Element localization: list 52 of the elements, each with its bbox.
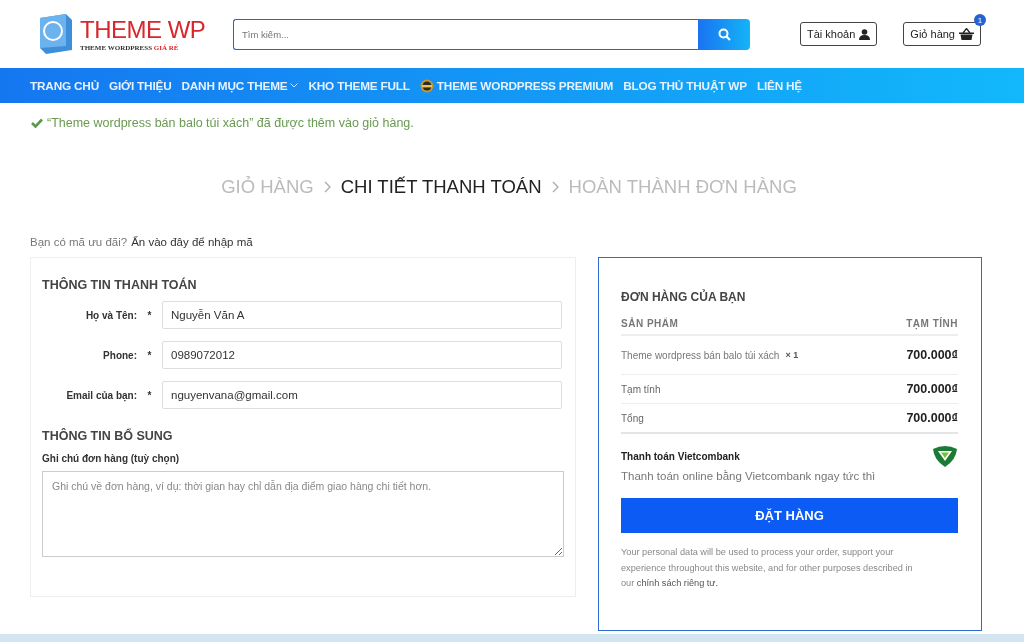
product-name: Theme wordpress bán balo túi xách [621,349,780,361]
nav-link[interactable]: THEME WORDPRESS PREMIUM [419,78,614,93]
notes-field[interactable]: Ghi chú về đơn hàng, ví dụ: thời gian hay chỉ dẫn địa điểm giao hàng chi tiết hơn. [42,471,564,557]
privacy-notice: Your personal data will be used to process your order, support your experience throughout this website, and for other purposes described in our chính sách riêng tư. [621,546,914,590]
check-icon [31,118,43,128]
caret-icon [290,83,299,88]
required-mark: * [146,309,153,321]
product-quantity: × 1 [785,350,799,360]
checkout-step[interactable]: CHI TIẾT THANH TOÁN [340,176,542,198]
required-mark: * [146,389,153,401]
section-heading: THÔNG TIN BỔ SUNG [42,429,174,443]
account-button[interactable]: Tài khoản [800,22,878,46]
total-label: Tổng [621,412,644,424]
subtotal-label: Tạm tính [621,383,661,395]
field-label: Email của bạn: [65,389,137,401]
search-button[interactable] [698,18,750,50]
nav-link[interactable]: KHO THEME FULL [308,78,410,93]
added-to-cart-message: “Theme wordpress bán balo túi xách” đã được thêm vào giỏ hàng. [47,116,414,130]
coupon-link[interactable]: Ấn vào đây để nhập mã [131,236,253,248]
total-value: 700.000₫ [906,411,958,425]
input-field[interactable]: 0989072012 [162,341,562,369]
search-icon [717,27,731,41]
column-header: SẢN PHẨM [621,318,679,329]
order-heading: ĐƠN HÀNG CỦA BẠN [621,290,747,304]
subtotal-value: 700.000₫ [906,382,958,396]
nav-link[interactable]: GIỚI THIỆU [109,78,172,93]
nav-link[interactable]: DANH MỤC THEME [181,78,299,93]
user-icon [859,28,871,40]
chevron-icon [323,181,331,193]
cart-count-badge: 1 [974,14,986,26]
payment-description: Thanh toán online bằng Vietcombank ngay tức thì [621,470,877,482]
basket-icon [959,28,974,40]
nav-link[interactable]: TRANG CHỦ [30,78,99,93]
coupon-question: Bạn có mã ưu đãi? [30,236,128,248]
search-field[interactable]: Tìm kiếm... [233,18,698,50]
payment-method-name: Thanh toán Vietcombank [621,450,740,462]
medal-icon [419,78,434,93]
field-label: Họ và Tên: [84,309,137,321]
cart-button[interactable]: Giỏ hàng [903,22,981,46]
input-field[interactable]: Nguyễn Văn A [162,301,562,329]
logo-title[interactable]: THEME WP [80,16,206,44]
bank-logo-icon [932,444,958,468]
privacy-policy-link[interactable]: chính sách riêng tư. [636,578,719,588]
product-price: 700.000₫ [906,348,958,362]
section-heading: THÔNG TIN THANH TOÁN [42,278,198,292]
required-mark: * [146,349,153,361]
input-field[interactable]: nguyenvana@gmail.com [162,381,562,409]
field-label: Phone: [102,349,137,361]
notes-label: Ghi chú đơn hàng (tuỳ chọn) [42,453,181,464]
chevron-icon [551,181,559,193]
column-header: TẠM TÍNH [906,318,958,329]
place-order-button[interactable]: ĐẶT HÀNG [621,498,958,533]
